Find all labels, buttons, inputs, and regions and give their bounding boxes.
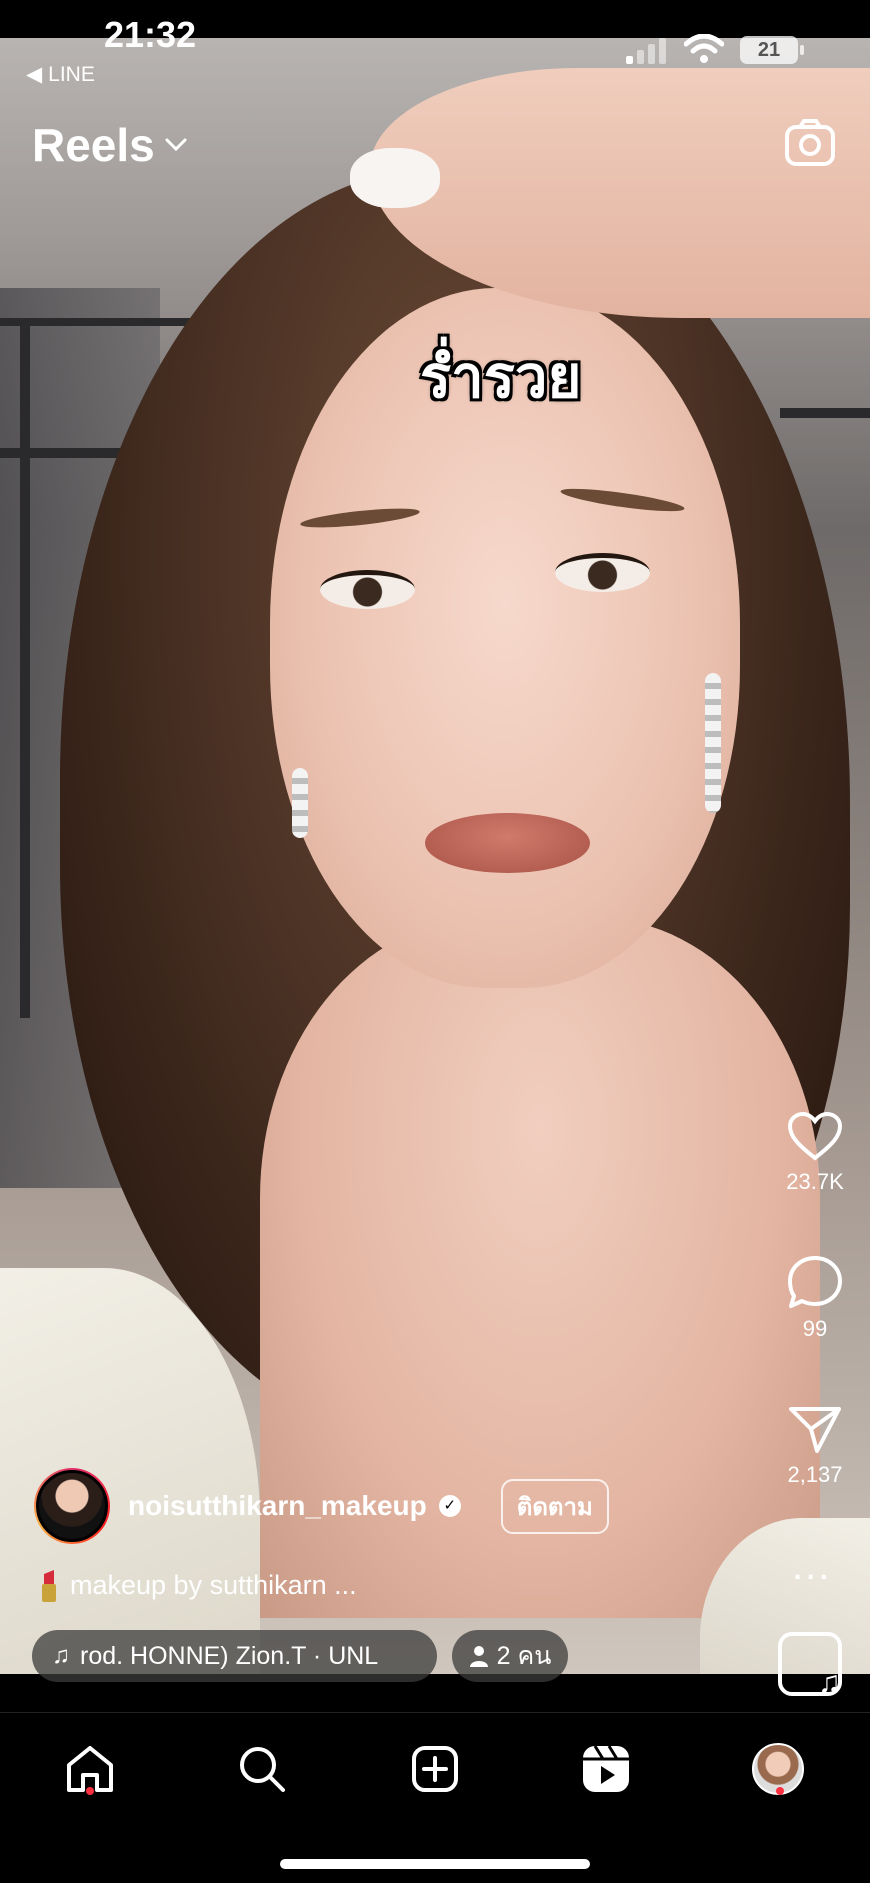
nav-reels[interactable] bbox=[576, 1739, 636, 1799]
more-options-button[interactable]: ... bbox=[792, 1546, 831, 1586]
caption[interactable]: makeup by sutthikarn ... bbox=[38, 1568, 357, 1602]
home-notification-dot bbox=[86, 1787, 94, 1795]
page-title: Reels bbox=[32, 119, 155, 171]
reels-screen: ร่ำรวย 21:32 ◀ LINE 21 Reels 23.7K 99 2,… bbox=[0, 0, 870, 1883]
music-note-icon: ♫ bbox=[818, 1666, 841, 1699]
reels-icon bbox=[583, 1745, 629, 1792]
music-icon: ♫ bbox=[52, 1642, 70, 1669]
tagged-people-count: 2 คน bbox=[496, 1642, 552, 1670]
author-avatar[interactable] bbox=[34, 1468, 110, 1544]
reels-header[interactable]: Reels bbox=[32, 118, 187, 172]
wifi-icon bbox=[684, 34, 724, 63]
status-time: 21:32 bbox=[104, 14, 197, 55]
chevron-down-icon bbox=[165, 138, 187, 152]
share-count: 2,137 bbox=[787, 1462, 843, 1487]
verified-badge-icon: ✓ bbox=[438, 1495, 461, 1517]
share-button[interactable]: 2,137 bbox=[770, 1405, 860, 1488]
reel-video[interactable] bbox=[0, 38, 870, 1674]
send-icon bbox=[789, 1407, 841, 1453]
nav-create[interactable] bbox=[405, 1739, 465, 1799]
lipstick-emoji-icon bbox=[42, 1570, 56, 1602]
comment-icon bbox=[788, 1256, 842, 1308]
author-username[interactable]: noisutthikarn_makeup bbox=[128, 1490, 427, 1522]
search-icon bbox=[240, 1747, 285, 1792]
home-icon bbox=[67, 1746, 113, 1792]
caption-text: makeup by sutthikarn ... bbox=[70, 1569, 357, 1600]
camera-icon[interactable] bbox=[784, 118, 836, 168]
author-row: noisutthikarn_makeup ✓ ติดตาม bbox=[34, 1468, 609, 1544]
comment-count: 99 bbox=[802, 1316, 828, 1341]
audio-track-label: rod. HONNE) Zion.T · UNL bbox=[80, 1641, 379, 1670]
like-button[interactable]: 23.7K bbox=[770, 1111, 860, 1195]
comment-button[interactable]: 99 bbox=[770, 1255, 860, 1342]
like-count: 23.7K bbox=[786, 1169, 844, 1194]
back-app-label: LINE bbox=[48, 62, 95, 86]
heart-icon bbox=[787, 1111, 843, 1161]
battery-indicator: 21 bbox=[740, 36, 804, 64]
profile-notification-dot bbox=[776, 1787, 784, 1795]
audio-track-pill[interactable]: ♫ rod. HONNE) Zion.T · UNL bbox=[32, 1630, 437, 1682]
video-text-overlay: ร่ำรวย bbox=[420, 345, 582, 410]
person-icon bbox=[469, 1646, 488, 1667]
nav-search[interactable] bbox=[232, 1739, 292, 1799]
create-icon bbox=[412, 1746, 458, 1792]
tagged-people-pill[interactable]: 2 คน bbox=[452, 1630, 568, 1682]
cellular-signal-icon bbox=[626, 38, 666, 64]
back-arrow-icon: ◀ bbox=[26, 63, 43, 86]
back-to-app-button[interactable]: ◀ LINE bbox=[26, 62, 95, 87]
bottom-nav bbox=[0, 1712, 870, 1883]
follow-button[interactable]: ติดตาม bbox=[500, 1478, 609, 1534]
home-indicator bbox=[280, 1859, 590, 1869]
status-bar: 21:32 ◀ LINE 21 bbox=[0, 0, 870, 90]
